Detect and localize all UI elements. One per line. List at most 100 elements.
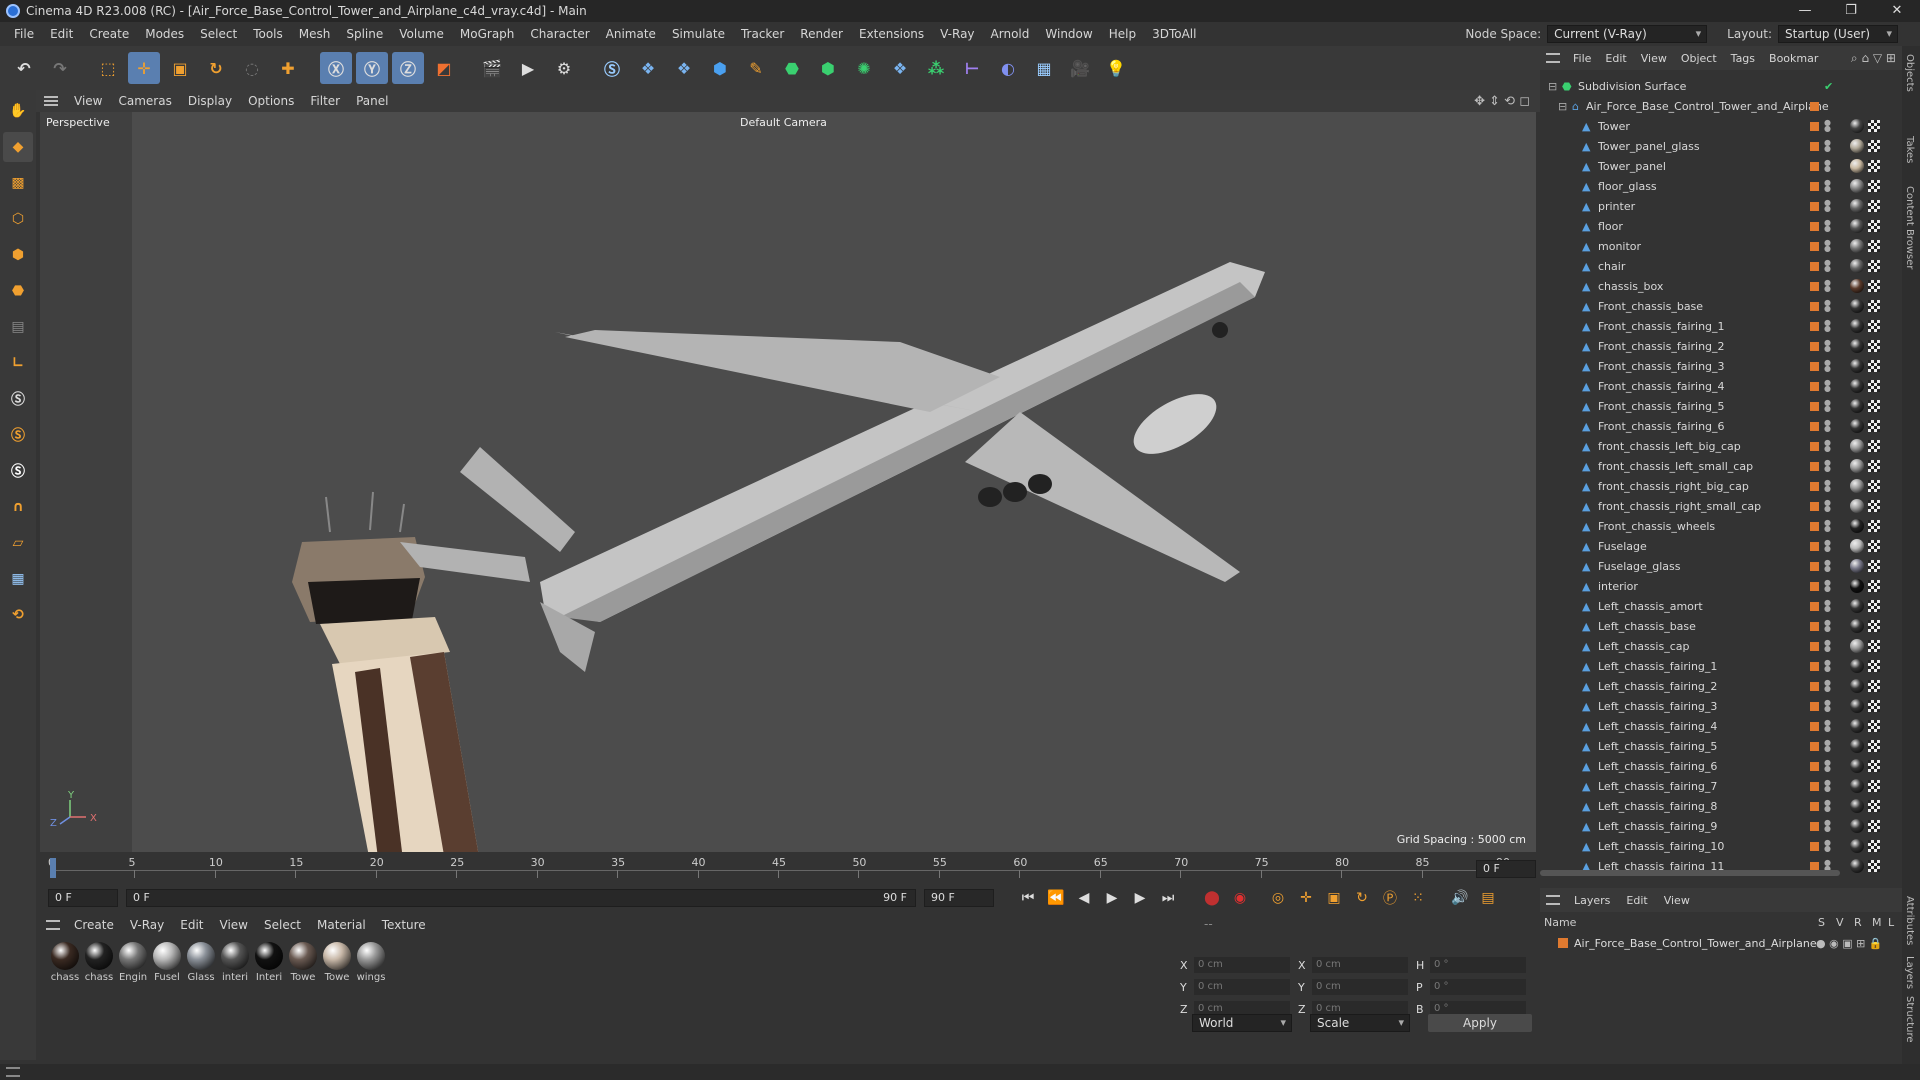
material-menu-select[interactable]: Select	[256, 918, 309, 932]
status-menu-icon[interactable]	[6, 1067, 20, 1077]
object-row[interactable]: ▲ Left_chassis_fairing_1 ● ●	[1540, 656, 1902, 676]
visibility-dots-icon[interactable]: ● ●	[1824, 799, 1831, 813]
mograph-cloner-icon[interactable]: ✺	[848, 52, 880, 84]
menu-edit[interactable]: Edit	[42, 22, 81, 46]
menu-animate[interactable]: Animate	[598, 22, 664, 46]
material-tag-icon[interactable]	[1850, 459, 1864, 473]
grid-icon[interactable]: ▦	[3, 564, 33, 594]
node-space-dropdown[interactable]: Current (V-Ray)	[1547, 25, 1708, 43]
menu-simulate[interactable]: Simulate	[664, 22, 733, 46]
layer-tag-swatch[interactable]	[1810, 601, 1819, 611]
previous-frame-icon[interactable]: ◀	[1072, 886, 1096, 910]
tree-group-row[interactable]: ⊟ ⌂ Air_Force_Base_Control_Tower_and_Air…	[1540, 96, 1902, 116]
visibility-dots-icon[interactable]: ● ●	[1824, 819, 1831, 833]
object-menu-edit[interactable]: Edit	[1598, 52, 1633, 65]
playhead[interactable]	[50, 858, 56, 878]
object-row[interactable]: ▲ Tower_panel_glass ● ●	[1540, 136, 1902, 156]
object-row[interactable]: ▲ Front_chassis_fairing_2 ● ●	[1540, 336, 1902, 356]
object-row[interactable]: ▲ front_chassis_right_small_cap ● ●	[1540, 496, 1902, 516]
object-row[interactable]: ▲ Front_chassis_fairing_3 ● ●	[1540, 356, 1902, 376]
pen-spline-icon[interactable]: ✎	[740, 52, 772, 84]
object-row[interactable]: ▲ Left_chassis_cap ● ●	[1540, 636, 1902, 656]
layer-tag-swatch[interactable]	[1810, 701, 1819, 711]
edges-mode-icon[interactable]: ⬢	[3, 240, 33, 270]
material-thumbnail[interactable]: chass	[50, 942, 80, 983]
visibility-dots-icon[interactable]: ● ●	[1824, 199, 1831, 213]
layer-tag-swatch[interactable]	[1810, 841, 1819, 851]
layer-tag-swatch[interactable]	[1810, 621, 1819, 631]
model-mode-icon[interactable]: ◆	[3, 132, 33, 162]
material-tag-icon[interactable]	[1850, 519, 1864, 533]
object-row[interactable]: ▲ Front_chassis_fairing_4 ● ●	[1540, 376, 1902, 396]
render-view-icon[interactable]: 🎬	[476, 52, 508, 84]
object-row[interactable]: ▲ Front_chassis_fairing_5 ● ●	[1540, 396, 1902, 416]
play-icon[interactable]: ▶	[1100, 886, 1124, 910]
visibility-dots-icon[interactable]: ● ●	[1824, 359, 1831, 373]
object-row[interactable]: ▲ monitor ● ●	[1540, 236, 1902, 256]
object-row[interactable]: ▲ interior ● ●	[1540, 576, 1902, 596]
object-menu-view[interactable]: View	[1634, 52, 1674, 65]
material-tag-icon[interactable]	[1850, 859, 1864, 873]
layer-tag-swatch[interactable]	[1810, 381, 1819, 391]
material-menu-material[interactable]: Material	[309, 918, 374, 932]
object-row[interactable]: ▲ chair ● ●	[1540, 256, 1902, 276]
layer-tag-swatch[interactable]	[1810, 741, 1819, 751]
material-thumbnail[interactable]: Towe	[288, 942, 318, 983]
live-selection-icon[interactable]: ⬚	[92, 52, 124, 84]
polygons-mode-icon[interactable]: ⬣	[3, 276, 33, 306]
viewport-menu-cameras[interactable]: Cameras	[110, 94, 179, 108]
visibility-dots-icon[interactable]: ● ●	[1824, 179, 1831, 193]
layer-tag-swatch[interactable]	[1810, 481, 1819, 491]
layer-tag-swatch[interactable]	[1810, 721, 1819, 731]
x-axis-lock-icon[interactable]: Ⓧ	[320, 52, 352, 84]
material-tag-icon[interactable]	[1850, 619, 1864, 633]
key-scale-icon[interactable]: ▣	[1322, 886, 1346, 910]
uvw-tag-icon[interactable]	[1868, 800, 1880, 812]
magnet-icon[interactable]: ∩	[3, 492, 33, 522]
material-tag-icon[interactable]	[1850, 599, 1864, 613]
uvw-tag-icon[interactable]	[1868, 220, 1880, 232]
menu-character[interactable]: Character	[522, 22, 597, 46]
material-thumbnail[interactable]: chass	[84, 942, 114, 983]
material-tag-icon[interactable]	[1850, 759, 1864, 773]
workplane-icon[interactable]: ∟	[3, 348, 33, 378]
uvw-tag-icon[interactable]	[1868, 520, 1880, 532]
uvw-tag-icon[interactable]	[1868, 320, 1880, 332]
render-picture-viewer-icon[interactable]: ▶	[512, 52, 544, 84]
keyframe-selection-icon[interactable]: ◎	[1266, 886, 1290, 910]
material-tag-icon[interactable]	[1850, 239, 1864, 253]
layout-dropdown[interactable]: Startup (User)	[1778, 25, 1898, 43]
tab-objects[interactable]: Objects	[1904, 54, 1915, 92]
material-menu-view[interactable]: View	[212, 918, 256, 932]
material-tag-icon[interactable]	[1850, 299, 1864, 313]
material-thumbnail[interactable]: Towe	[322, 942, 352, 983]
object-row[interactable]: ▲ Tower ● ●	[1540, 116, 1902, 136]
object-scrollbar[interactable]	[1540, 870, 1840, 876]
tab-takes[interactable]: Takes	[1904, 136, 1915, 163]
object-row[interactable]: ▲ Left_chassis_fairing_10 ● ●	[1540, 836, 1902, 856]
viewport-menu-view[interactable]: View	[66, 94, 110, 108]
coordinate-system-icon[interactable]: ◩	[428, 52, 460, 84]
material-tag-icon[interactable]	[1850, 659, 1864, 673]
end-frame-field[interactable]: 90 F	[924, 889, 994, 907]
key-parameter-icon[interactable]: Ⓟ	[1378, 886, 1402, 910]
object-row[interactable]: ▲ Left_chassis_fairing_2 ● ●	[1540, 676, 1902, 696]
object-menu-object[interactable]: Object	[1674, 52, 1724, 65]
enabled-check-icon[interactable]: ✔	[1824, 80, 1833, 93]
uvw-tag-icon[interactable]	[1868, 180, 1880, 192]
material-tag-icon[interactable]	[1850, 699, 1864, 713]
viewport-menu-panel[interactable]: Panel	[348, 94, 396, 108]
object-row[interactable]: ▲ Fuselage ● ●	[1540, 536, 1902, 556]
uvw-tag-icon[interactable]	[1868, 480, 1880, 492]
object-row[interactable]: ▲ front_chassis_right_big_cap ● ●	[1540, 476, 1902, 496]
key-pla-icon[interactable]: ⁙	[1406, 886, 1430, 910]
material-tag-icon[interactable]	[1850, 579, 1864, 593]
visibility-dots-icon[interactable]: ● ●	[1824, 559, 1831, 573]
visibility-dots-icon[interactable]: ● ●	[1824, 659, 1831, 673]
layer-tag-swatch[interactable]	[1810, 261, 1819, 271]
layer-tag-swatch[interactable]	[1810, 341, 1819, 351]
viewport-menu-display[interactable]: Display	[180, 94, 240, 108]
visibility-dots-icon[interactable]: ● ●	[1824, 579, 1831, 593]
menu-render[interactable]: Render	[792, 22, 851, 46]
material-tag-icon[interactable]	[1850, 439, 1864, 453]
